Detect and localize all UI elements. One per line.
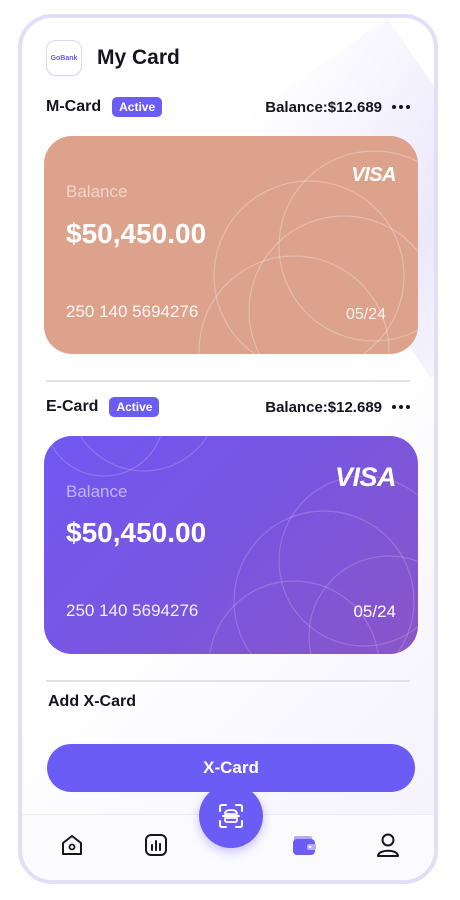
nav-profile[interactable] [372,829,404,861]
card-number: 250 140 5694276 [66,302,199,321]
section-divider [46,380,410,382]
card-expiry: 05/24 [345,306,386,323]
gobank-logo: GoBank [46,40,82,76]
chart-icon [145,834,167,856]
nav-stats[interactable] [140,829,172,861]
card-name: E-Card [46,398,99,415]
card-name: M-Card [46,98,102,115]
ecard-card[interactable]: VISA Balance $50,450.00 250 140 5694276 … [44,436,418,654]
card-expiry: 05/24 [353,602,396,621]
logo-text: GoBank [50,54,78,62]
add-xcard-title: Add X-Card [48,693,136,710]
balance-label: Balance [66,482,128,501]
phone-frame: GoBank My Card M-Card Active Balance:$12… [18,14,438,884]
card-balance-amount: $50,450.00 [66,517,207,548]
status-badge: Active [109,397,160,417]
more-options-icon[interactable] [392,105,410,109]
mcard-card[interactable]: VISA Balance $50,450.00 250 140 5694276 … [44,136,418,354]
balance-label: Balance [66,182,128,201]
nav-home[interactable] [56,829,88,861]
row-balance: Balance:$12.689 [265,398,382,416]
more-options-icon[interactable] [392,405,410,409]
header: GoBank My Card [46,40,180,76]
card-row-mcard: M-Card Active Balance:$12.689 [46,96,410,118]
visa-logo: VISA [334,462,397,492]
nav-wallet[interactable] [289,829,321,861]
page-title: My Card [97,46,180,69]
profile-icon [377,833,399,857]
scan-icon [219,804,243,828]
scan-button[interactable] [199,784,263,848]
status-badge: Active [112,97,163,117]
visa-logo: VISA [351,164,396,186]
card-row-ecard: E-Card Active Balance:$12.689 [46,396,410,418]
section-divider [46,680,410,682]
card-number: 250 140 5694276 [66,601,199,620]
home-icon [62,835,82,855]
wallet-icon [293,836,316,855]
row-balance: Balance:$12.689 [265,98,382,116]
card-balance-amount: $50,450.00 [66,218,207,249]
